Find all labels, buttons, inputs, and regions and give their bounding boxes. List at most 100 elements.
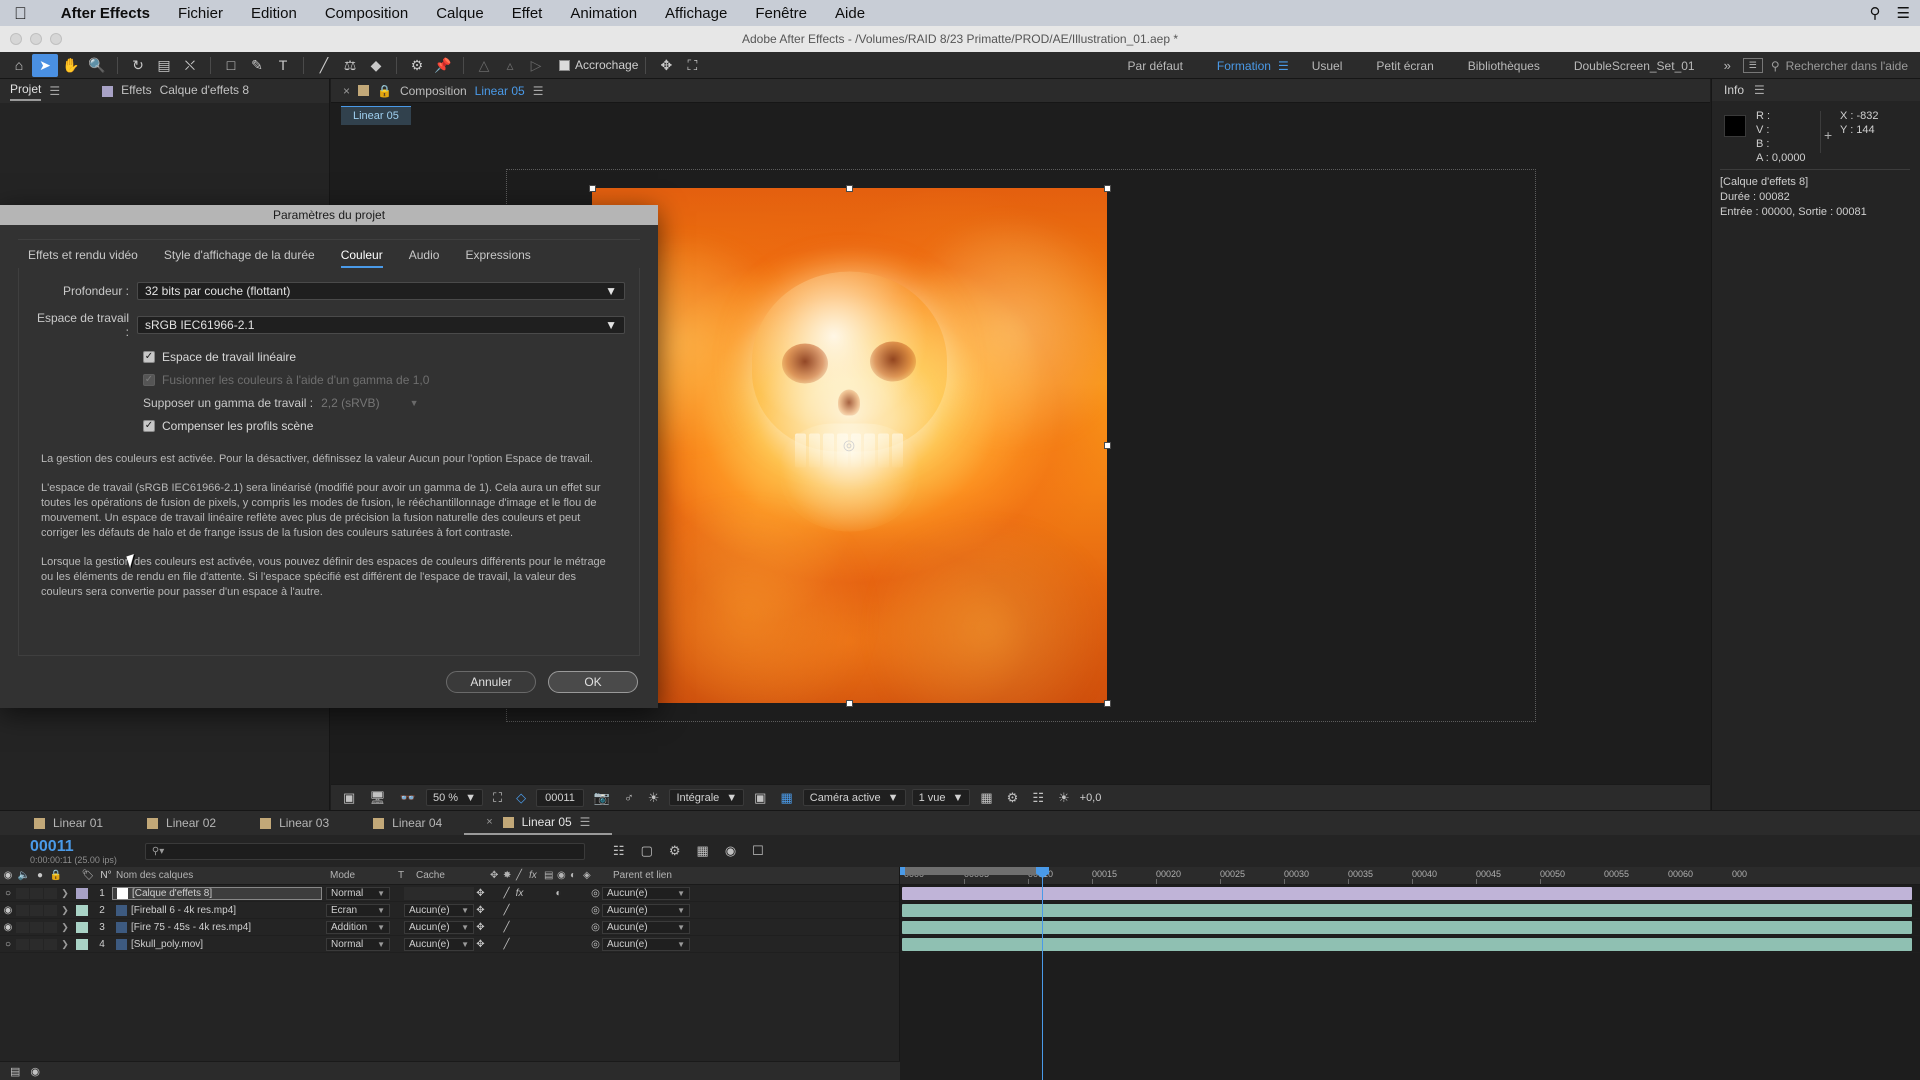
- close-icon[interactable]: ×: [343, 84, 350, 98]
- tab-linear-03[interactable]: Linear 03: [238, 811, 351, 835]
- row-label-color[interactable]: [72, 921, 92, 933]
- menu-fenetre[interactable]: Fenêtre: [741, 5, 821, 22]
- render-queue-icon[interactable]: ◉: [30, 1065, 40, 1078]
- tab-couleur[interactable]: Couleur: [340, 248, 383, 268]
- views-select[interactable]: 1 vue ▼: [911, 789, 971, 806]
- zoom-icon[interactable]: 🔍: [84, 54, 110, 77]
- puppet-pin-icon[interactable]: 📌: [430, 54, 456, 77]
- frame-blending-icon[interactable]: ▦: [697, 843, 709, 859]
- menu-app-name[interactable]: After Effects: [47, 5, 164, 22]
- zoom-level-select[interactable]: 50 % ▼: [426, 789, 483, 806]
- puppet-starch-icon[interactable]: △: [471, 54, 497, 77]
- time-graph[interactable]: 0000 00005 00010 00015 00020 00025 00030…: [900, 867, 1920, 1080]
- brush-icon[interactable]: ╱: [311, 54, 337, 77]
- comp-breadcrumb-linear05[interactable]: Linear 05: [341, 106, 411, 125]
- tab-effets-rendu-video[interactable]: Effets et rendu vidéo: [28, 248, 138, 268]
- pixel-aspect-icon[interactable]: ▦: [976, 790, 996, 806]
- maximize-button[interactable]: [50, 33, 62, 45]
- linear-workspace-row[interactable]: ✓ Espace de travail linéaire: [19, 350, 639, 364]
- menu-edition[interactable]: Edition: [237, 5, 311, 22]
- 3d-glasses-icon[interactable]: 👓: [396, 790, 420, 806]
- snapshot-icon[interactable]: 📷: [590, 790, 614, 806]
- timeline-track[interactable]: [900, 919, 1920, 936]
- timeline-track[interactable]: [900, 902, 1920, 919]
- main-view-icon[interactable]: ▣: [339, 790, 359, 806]
- row-parent-pickwhip[interactable]: ◎: [589, 888, 602, 899]
- menu-aide[interactable]: Aide: [821, 5, 879, 22]
- row-lock-toggle[interactable]: [44, 887, 57, 899]
- row-parent-pickwhip[interactable]: ◎: [589, 922, 602, 933]
- row-cache-select[interactable]: Aucun(e) ▼: [404, 920, 474, 934]
- workspace-formation[interactable]: Formation: [1200, 59, 1288, 73]
- selection-handle-tl[interactable]: [588, 184, 596, 192]
- timeline-menu-icon[interactable]: ☰: [580, 815, 591, 829]
- menu-affichage[interactable]: Affichage: [651, 5, 741, 22]
- row-audio-toggle[interactable]: [16, 921, 29, 933]
- tab-expressions[interactable]: Expressions: [465, 248, 530, 268]
- workspace-par-defaut[interactable]: Par défaut: [1111, 59, 1200, 73]
- cancel-button[interactable]: Annuler: [446, 671, 536, 693]
- info-menu-icon[interactable]: ☰: [1754, 83, 1765, 97]
- transparency-grid-icon[interactable]: ◇: [512, 790, 530, 806]
- align-icon[interactable]: ✥: [653, 54, 679, 77]
- row-quality[interactable]: ╱: [500, 888, 513, 899]
- puppet-overlap-icon[interactable]: ▵: [497, 54, 523, 77]
- region-icon[interactable]: ▣: [750, 790, 770, 806]
- compensate-profiles-checkbox[interactable]: ✓: [143, 420, 155, 432]
- row-expand-icon[interactable]: ❯: [58, 939, 72, 950]
- timeline-track[interactable]: [900, 885, 1920, 902]
- composition-name[interactable]: Linear 05: [475, 84, 525, 98]
- layer-bar-4[interactable]: [902, 938, 1912, 951]
- tab-linear-04[interactable]: Linear 04: [351, 811, 464, 835]
- depth-select[interactable]: 32 bits par couche (flottant) ▼: [137, 282, 625, 300]
- ok-button[interactable]: OK: [548, 671, 638, 693]
- rotation-icon[interactable]: ↻: [125, 54, 151, 77]
- menu-effet[interactable]: Effet: [498, 5, 557, 22]
- row-name-cell[interactable]: [Fire 75 - 45s - 4k res.mp4]: [112, 921, 322, 934]
- row-visibility-toggle[interactable]: ○: [0, 888, 16, 899]
- search-icon[interactable]: ⚲: [1870, 4, 1881, 22]
- menu-animation[interactable]: Animation: [556, 5, 651, 22]
- row-solo-toggle[interactable]: [30, 938, 43, 950]
- row-label-color[interactable]: [72, 887, 92, 899]
- control-center-icon[interactable]: ☰: [1897, 4, 1910, 22]
- current-time-indicator[interactable]: [1036, 867, 1049, 1080]
- row-parent-pick[interactable]: ✥: [474, 939, 487, 950]
- graph-editor-icon[interactable]: ☐: [752, 843, 764, 859]
- row-solo-toggle[interactable]: [30, 887, 43, 899]
- tab-audio[interactable]: Audio: [409, 248, 440, 268]
- hide-shy-icon[interactable]: ⚙: [669, 843, 681, 859]
- selection-handle-bc[interactable]: [845, 699, 853, 707]
- render-icon[interactable]: 🖥: [365, 790, 390, 806]
- tab-effets[interactable]: Effets: [121, 83, 151, 100]
- row-mode-select[interactable]: Normal ▼: [326, 937, 390, 951]
- toggle-switches-modes-icon[interactable]: ▤: [10, 1065, 20, 1078]
- row-name-cell[interactable]: [Fireball 6 - 4k res.mp4]: [112, 904, 322, 917]
- apple-logo-icon[interactable]: : [14, 5, 27, 22]
- row-fx[interactable]: fx: [513, 888, 526, 899]
- row-parent-pick[interactable]: ✥: [474, 922, 487, 933]
- motion-blur-icon[interactable]: ◉: [725, 843, 736, 859]
- row-label-color[interactable]: [72, 938, 92, 950]
- current-time-value[interactable]: 00011: [536, 788, 584, 807]
- workspace-layout-icon[interactable]: ☰: [1742, 58, 1763, 73]
- row-audio-toggle[interactable]: [16, 904, 29, 916]
- row-quality[interactable]: ╱: [500, 905, 513, 916]
- lock-icon[interactable]: 🔒: [377, 84, 392, 98]
- home-icon[interactable]: ⌂: [6, 54, 32, 77]
- selection-icon[interactable]: ➤: [32, 53, 58, 77]
- table-row[interactable]: ◉ ❯ 3 [Fire 75 - 45s - 4k res.mp4] Addit…: [0, 919, 899, 936]
- row-audio-toggle[interactable]: [16, 938, 29, 950]
- anchor-point-icon[interactable]: ⛌: [177, 54, 203, 77]
- tab-projet[interactable]: Projet: [10, 82, 42, 101]
- menu-calque[interactable]: Calque: [422, 5, 498, 22]
- selection-handle-br[interactable]: [1103, 699, 1111, 707]
- work-area-bar[interactable]: [905, 867, 1041, 875]
- selection-handle-tc[interactable]: [845, 184, 853, 192]
- window-controls[interactable]: [10, 33, 62, 45]
- timeline-track[interactable]: [900, 936, 1920, 953]
- row-parent-select[interactable]: Aucun(e) ▼: [602, 886, 690, 900]
- close-icon[interactable]: ×: [486, 816, 492, 828]
- type-icon[interactable]: T: [270, 54, 296, 77]
- row-quality[interactable]: ╱: [500, 939, 513, 950]
